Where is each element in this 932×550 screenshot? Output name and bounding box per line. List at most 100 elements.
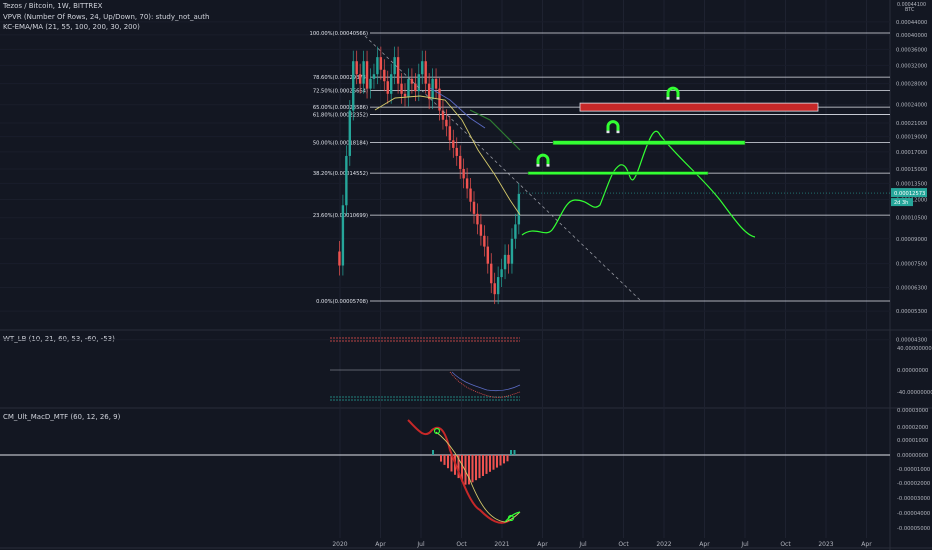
y-tick-label: 0.00005300 (896, 309, 927, 315)
candle-body (448, 126, 452, 141)
y-tick-label: 0.00021000 (896, 121, 927, 127)
candle-body (517, 193, 521, 225)
fib-label: 38.20%(0.00014552) (313, 171, 368, 177)
forecast-path (521, 130, 756, 238)
candle-body (503, 254, 507, 270)
fib-label: 50.00%(0.00018184) (313, 141, 368, 147)
candle-body (379, 57, 383, 70)
candle-body (421, 61, 424, 75)
y-tick-label: 0.00013500 (896, 181, 927, 187)
y-tick-label: 0.00007500 (896, 262, 927, 268)
candle-body (386, 81, 389, 94)
x-tick-label: Jul (416, 541, 425, 548)
y-tick-label: 0.00009000 (896, 237, 927, 243)
candle-body (352, 61, 355, 111)
macd-y-tick-label: -0.00005000 (897, 526, 930, 532)
candle-body (459, 155, 462, 169)
macd-histogram-bar (485, 455, 488, 474)
macd-histogram-bar (447, 455, 449, 469)
y-tick-label: 0.00024000 (896, 103, 927, 109)
candle-body (341, 205, 345, 266)
candle-body (355, 61, 358, 75)
macd-histogram-bar (510, 450, 512, 455)
macd-histogram-bar (443, 455, 446, 465)
candle-body (403, 93, 407, 97)
magnet-icon-tip (546, 164, 550, 167)
current-price-value: 0.00012573 (894, 191, 925, 197)
candle-body (493, 283, 496, 295)
target-zone-2 (552, 140, 746, 145)
macd-histogram-bar (432, 450, 434, 455)
candle-body (490, 263, 493, 284)
x-tick-label: Oct (618, 541, 629, 548)
magnet-icon-arc (606, 120, 620, 132)
candle-body (465, 178, 469, 189)
magnet-icon-tip (606, 130, 610, 134)
y-tick-label: 0.00044000 (896, 20, 927, 26)
y-tick-label: 0.00006300 (896, 286, 927, 292)
candle-body (362, 61, 365, 84)
candle-body (410, 78, 414, 84)
candle-body (369, 78, 372, 89)
macd-y-tick-label: -0.00002000 (897, 481, 930, 487)
x-tick-label: Apr (375, 541, 386, 548)
candle-body (345, 155, 348, 206)
candle-body (483, 235, 486, 247)
candle-body (514, 224, 517, 239)
candle-body (427, 83, 431, 100)
candle-body (365, 61, 369, 89)
candle-body (417, 74, 420, 92)
candle-body (496, 277, 500, 295)
macd-histogram-bar (475, 455, 477, 481)
wt-y-tick-label: 40.00000000 (897, 346, 932, 352)
target-zone-3 (579, 102, 819, 112)
macd-y-tick-label: -0.00003000 (897, 496, 930, 502)
candle-body (469, 188, 472, 202)
countdown-value: 2d 3h (894, 200, 908, 206)
y-tick-label: 0.00036000 (896, 47, 927, 53)
indicator-panes (0, 337, 890, 524)
x-tick-label: Oct (456, 541, 467, 548)
macd-y-tick-label: -0.00001000 (897, 467, 930, 473)
x-tick-label: Apr (861, 541, 872, 548)
candle-body (338, 251, 341, 266)
candle-body (476, 213, 479, 225)
candle-body (414, 83, 417, 92)
macd-histogram-bar (503, 455, 505, 464)
candle-body (407, 78, 410, 97)
macd-histogram-bar (513, 450, 516, 455)
target-zone-1 (527, 171, 709, 175)
x-tick-label: 2020 (332, 541, 347, 548)
x-tick-label: Oct (780, 541, 791, 548)
magnet-icon-tip (676, 97, 680, 100)
magnet-icon-arc (666, 86, 680, 99)
candle-body (452, 140, 455, 148)
y-tick-label: 0.00040000 (896, 33, 927, 39)
candle-body (486, 246, 489, 264)
macd-histogram-bar (492, 455, 495, 470)
macd-histogram-bar (482, 455, 484, 476)
candle-body (390, 74, 393, 94)
candle-body (500, 269, 503, 278)
macd-y-tick-label: 0.00002000 (897, 425, 928, 431)
candle-body (424, 61, 427, 84)
fib-label: 23.60%(0.00010699) (313, 213, 368, 219)
wt-line-1 (451, 371, 521, 392)
chart-canvas[interactable]: 100.00%(0.00040566)78.60%(0.00029374)72.… (0, 0, 932, 550)
x-tick-label: Apr (537, 541, 548, 548)
candle-body (445, 119, 448, 127)
candle-body (455, 147, 458, 156)
candle-body (472, 201, 476, 214)
x-tick-label: 2023 (818, 541, 833, 548)
x-tick-label: Jul (740, 541, 749, 548)
forecast-overlay (364, 35, 890, 301)
y-tick-label: 0.00010500 (896, 216, 927, 222)
fib-label: 72.50%(0.00026664) (313, 88, 368, 94)
macd-line (407, 419, 511, 524)
candle-body (383, 69, 386, 82)
candle-body (358, 74, 362, 84)
y-tick-label: 0.00004300 (896, 338, 927, 344)
macd-y-tick-label: -0.00004000 (897, 511, 930, 517)
candle-body (400, 83, 403, 94)
macd-y-tick-label: 0.00000000 (897, 453, 928, 459)
